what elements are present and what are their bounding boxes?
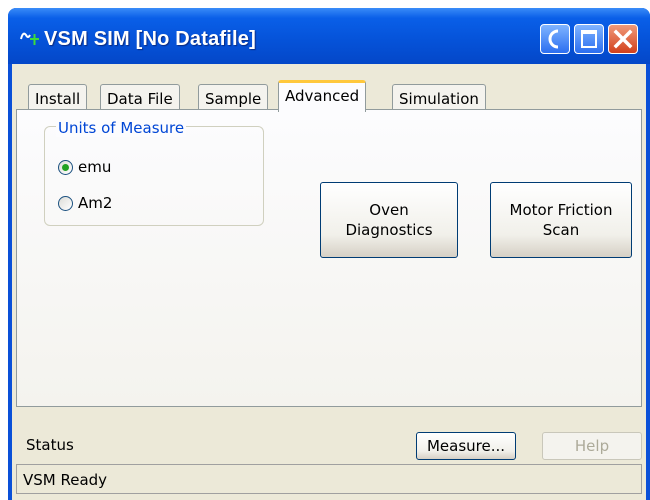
title-bar[interactable]: VSM SIM [No Datafile] <box>8 8 650 64</box>
units-of-measure-label: Units of Measure <box>56 119 187 137</box>
status-bar: VSM Ready <box>16 464 642 494</box>
probe-icon <box>20 32 39 45</box>
status-label: Status <box>26 436 74 454</box>
radio-emu[interactable]: emu <box>58 158 111 176</box>
oven-diagnostics-label-line1: Oven <box>369 201 409 219</box>
close-button[interactable] <box>608 24 638 54</box>
app-window: VSM SIM [No Datafile] Install Data File … <box>8 8 650 500</box>
radio-emu-label: emu <box>78 158 112 176</box>
maximize-icon <box>581 30 597 48</box>
status-text: VSM Ready <box>23 471 108 489</box>
tab-advanced[interactable]: Advanced <box>278 80 367 112</box>
oven-diagnostics-button[interactable]: Oven Diagnostics <box>320 182 458 258</box>
measure-button[interactable]: Measure... <box>416 432 516 460</box>
motor-friction-label-line1: Motor Friction <box>509 201 613 219</box>
window-title: VSM SIM [No Datafile] <box>44 28 256 50</box>
maximize-button[interactable] <box>574 24 604 54</box>
tab-install[interactable]: Install <box>28 84 88 110</box>
minimize-button[interactable] <box>540 24 570 54</box>
radio-selected-icon[interactable] <box>58 159 73 175</box>
tab-simulation[interactable]: Simulation <box>392 84 486 110</box>
tab-sample[interactable]: Sample <box>198 84 269 110</box>
motor-friction-label-line2: Scan <box>542 221 580 239</box>
oven-diagnostics-label-line2: Diagnostics <box>345 221 433 239</box>
motor-friction-scan-button[interactable]: Motor Friction Scan <box>490 182 632 258</box>
client-area: Install Data File Sample Advanced Simula… <box>12 64 646 500</box>
help-button: Help <box>542 432 642 460</box>
tab-data-file[interactable]: Data File <box>100 84 180 110</box>
minimize-icon <box>548 29 559 49</box>
radio-unselected-icon[interactable] <box>58 195 73 211</box>
close-icon <box>613 29 633 49</box>
radio-am2-label: Am2 <box>78 194 113 212</box>
radio-am2[interactable]: Am2 <box>58 194 112 212</box>
